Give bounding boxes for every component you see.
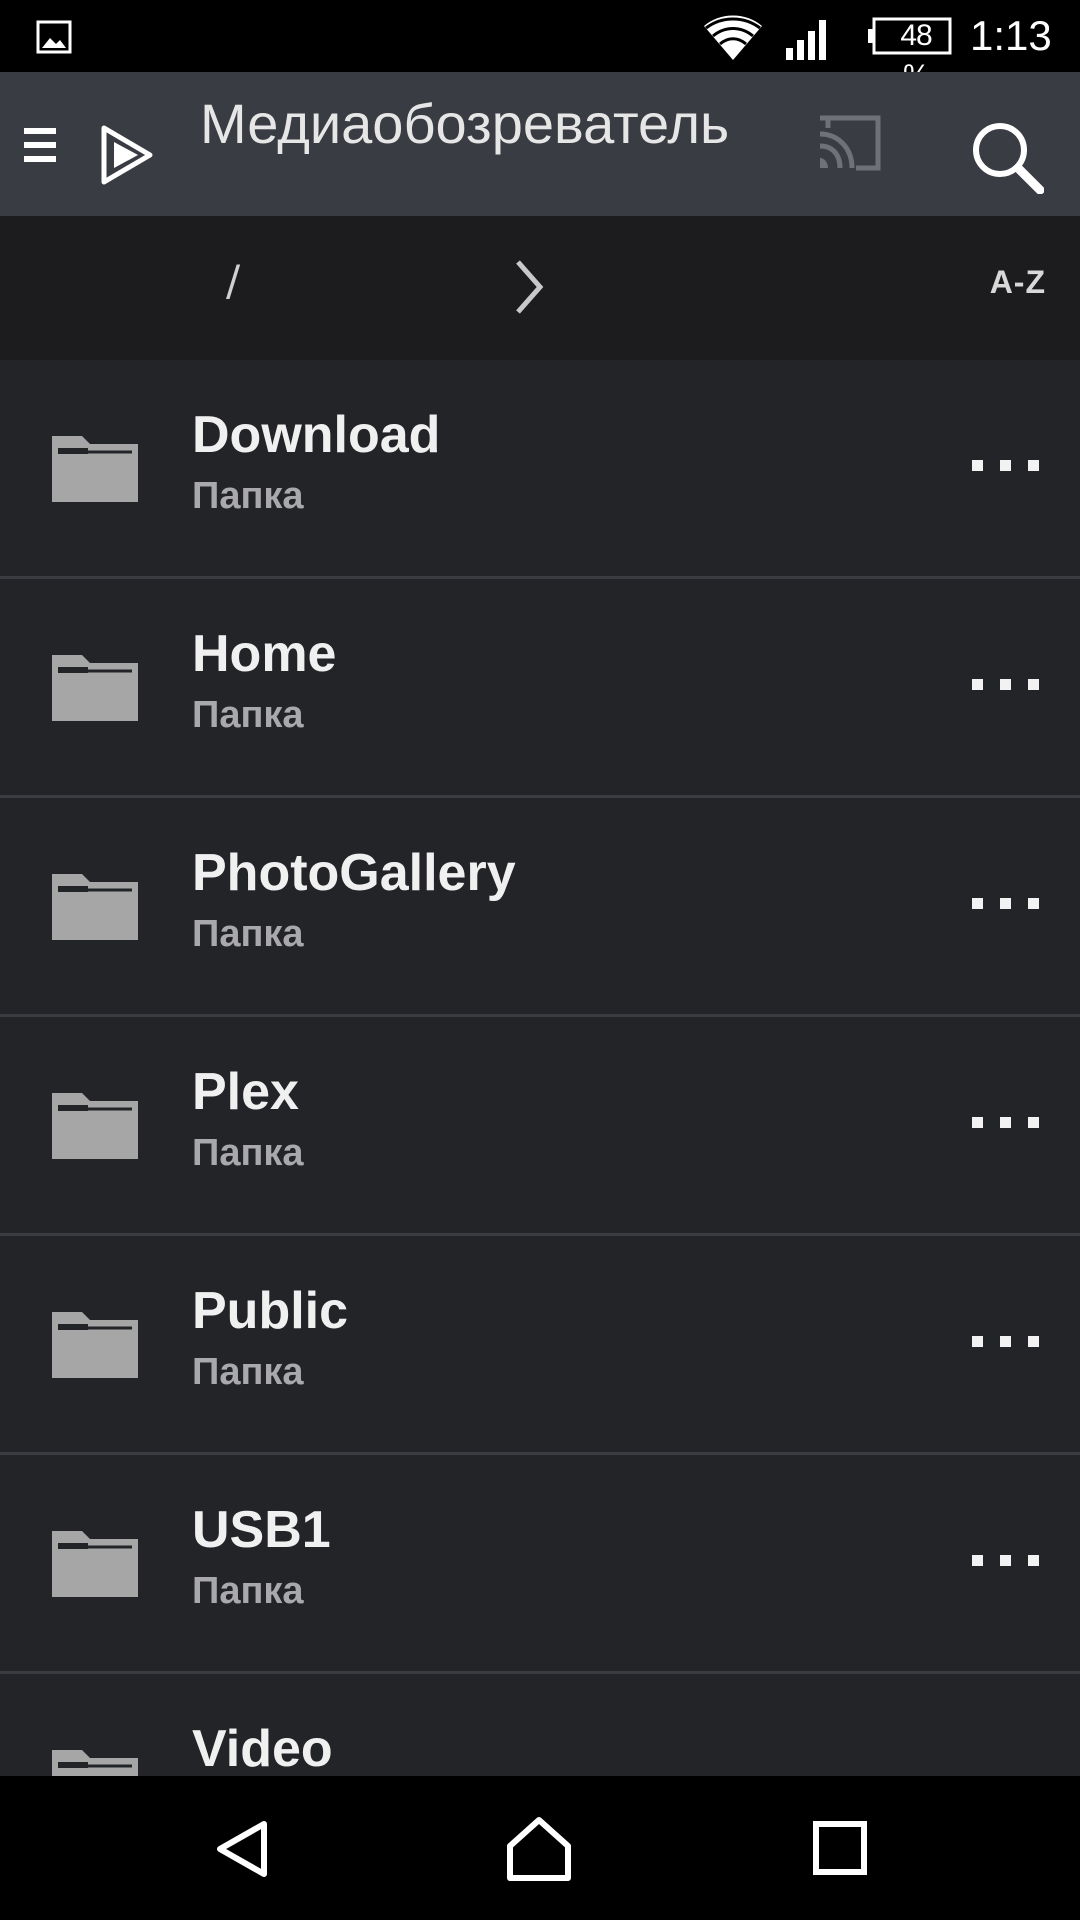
list-item[interactable]: Video: [0, 1674, 1080, 1776]
file-type: Папка: [192, 1570, 304, 1612]
folder-icon: [52, 1093, 138, 1159]
more-options-icon[interactable]: [960, 1103, 1050, 1143]
file-type: Папка: [192, 1132, 304, 1174]
folder-icon: [52, 874, 138, 940]
folder-icon: [52, 1531, 138, 1597]
status-time: 1:13: [970, 12, 1052, 59]
chevron-right-icon: [516, 260, 544, 314]
battery-level: 48 %: [900, 19, 932, 92]
more-options-icon[interactable]: [960, 1322, 1050, 1362]
app-bar: Медиаобозреватель: [0, 72, 1080, 216]
app-logo-icon: [101, 125, 153, 185]
file-list: Download Папка Home Папка PhotoGallery П…: [0, 360, 1080, 1776]
status-bar: 48 % 1:13: [0, 0, 1080, 92]
file-name: Download: [192, 406, 441, 464]
recents-icon[interactable]: [812, 1820, 868, 1876]
screen: 48 % 1:13 Медиаобозреватель /: [0, 0, 1080, 1920]
file-type: Папка: [192, 694, 304, 736]
list-item[interactable]: PhotoGallery Папка: [0, 798, 1080, 1017]
menu-icon[interactable]: [24, 124, 60, 166]
gallery-icon: [36, 20, 72, 54]
list-item[interactable]: Download Папка: [0, 360, 1080, 579]
list-item[interactable]: Public Папка: [0, 1236, 1080, 1455]
signal-icon: [786, 20, 826, 60]
file-name: PhotoGallery: [192, 844, 516, 902]
search-icon[interactable]: [970, 120, 1044, 194]
home-icon[interactable]: [506, 1816, 572, 1882]
back-icon[interactable]: [212, 1818, 272, 1880]
list-item[interactable]: USB1 Папка: [0, 1455, 1080, 1674]
cast-icon[interactable]: [814, 114, 884, 174]
file-type: Папка: [192, 475, 304, 517]
more-options-icon[interactable]: [960, 1541, 1050, 1581]
wifi-icon: [704, 15, 762, 60]
folder-icon: [52, 1312, 138, 1378]
file-name: Home: [192, 625, 337, 683]
folder-icon: [52, 436, 138, 502]
file-name: Public: [192, 1282, 349, 1340]
app-title: Медиаобозреватель: [200, 92, 730, 155]
folder-icon: [52, 655, 138, 721]
more-options-icon[interactable]: [960, 665, 1050, 705]
file-name: USB1: [192, 1501, 331, 1559]
sort-button[interactable]: A-Z: [990, 264, 1046, 301]
list-item[interactable]: Plex Папка: [0, 1017, 1080, 1236]
more-options-icon[interactable]: [960, 446, 1050, 486]
file-type: Папка: [192, 913, 304, 955]
list-item[interactable]: Home Папка: [0, 579, 1080, 798]
file-type: Папка: [192, 1351, 304, 1393]
file-name: Plex: [192, 1063, 299, 1121]
more-options-icon[interactable]: [960, 884, 1050, 924]
file-name: Video: [192, 1720, 333, 1776]
navigation-bar: [0, 1776, 1080, 1920]
folder-icon: [52, 1750, 138, 1776]
breadcrumb: / A-Z: [0, 216, 1080, 360]
breadcrumb-root[interactable]: /: [226, 256, 240, 305]
